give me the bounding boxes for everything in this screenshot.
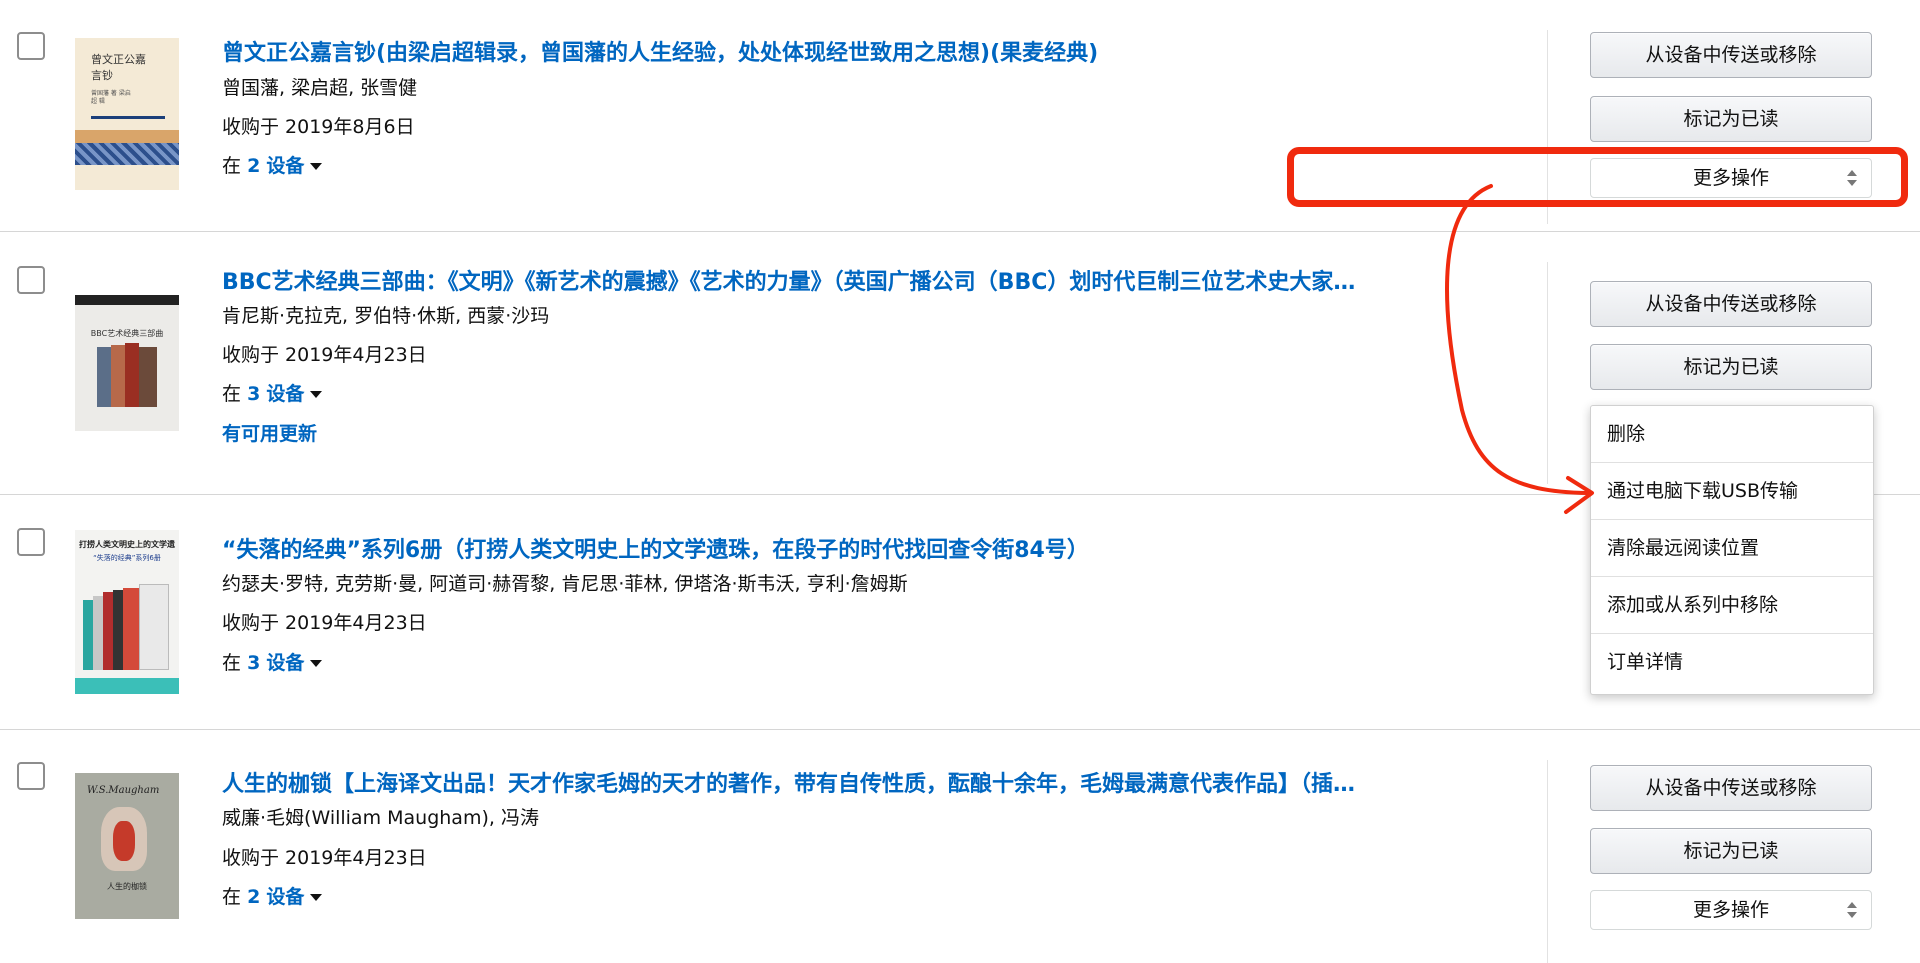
annotation-arrow-icon — [1445, 184, 1594, 514]
